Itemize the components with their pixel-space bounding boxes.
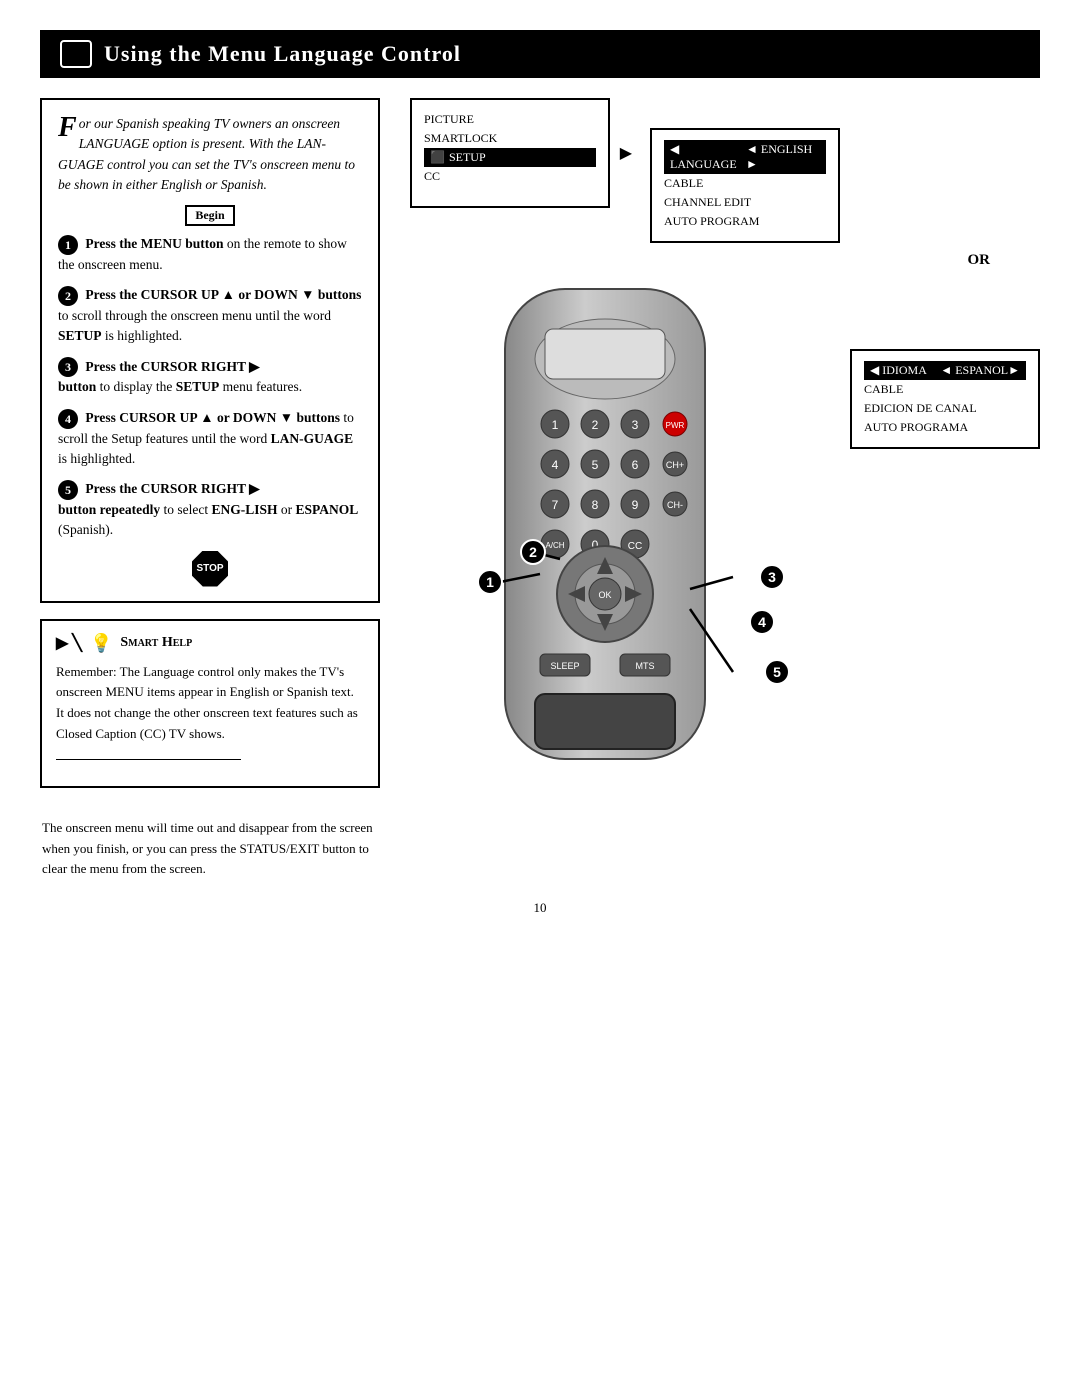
svg-text:A/CH: A/CH	[545, 541, 564, 550]
idioma-value: ◄ ESPANOL►	[940, 363, 1020, 378]
stop-circle: STOP	[58, 551, 362, 587]
left-column: F or our Spanish speaking TV owners an o…	[40, 98, 380, 880]
menu-auto-program: AUTO PROGRAM	[664, 212, 826, 231]
svg-text:4: 4	[552, 458, 559, 472]
svg-text:OK: OK	[598, 590, 611, 600]
page-header: Using the Menu Language Control	[40, 30, 1040, 78]
step-3-num: 3	[58, 357, 78, 377]
smart-help-box: ▶ ╲ 💡 Smart Help Remember: The Language …	[40, 619, 380, 788]
step-1: 1 Press the MENU button on the remote to…	[58, 234, 362, 275]
remote-badge-5: 5	[764, 659, 790, 685]
page-number: 10	[40, 900, 1040, 926]
or-label-wrapper: OR	[400, 251, 1040, 269]
screens-row: PICTURE SMARTLOCK ⬛ SETUP CC ▶ ◀ LANGUAG…	[400, 98, 1040, 243]
step-1-num: 1	[58, 235, 78, 255]
main-content: F or our Spanish speaking TV owners an o…	[40, 98, 1040, 880]
remote-badge-4: 4	[749, 609, 775, 635]
stop-label: STOP	[196, 563, 223, 574]
step-4-bold: Press CURSOR UP ▲ or DOWN ▼ buttons	[85, 410, 340, 425]
begin-label: Begin	[185, 205, 234, 226]
menu-item-smartlock: SMARTLOCK	[424, 129, 596, 148]
page-num-text: 10	[534, 900, 547, 915]
stop-sign: STOP	[192, 551, 228, 587]
tv-screen-wrapper: PICTURE SMARTLOCK ⬛ SETUP CC ▶	[400, 98, 610, 208]
menu-idioma-highlighted: ◀ IDIOMA ◄ ESPANOL►	[864, 361, 1026, 380]
bulb-icon: 💡	[90, 633, 112, 654]
menu-language-highlighted: ◀ LANGUAGE ◄ ENGLISH ►	[664, 140, 826, 174]
svg-text:MTS: MTS	[636, 661, 655, 671]
menu-item-setup: ⬛ SETUP	[424, 148, 596, 167]
step-3-bold: Press the CURSOR RIGHT ▶	[85, 359, 259, 374]
menu-item-cc: CC	[424, 167, 596, 186]
step-4: 4 Press CURSOR UP ▲ or DOWN ▼ buttons to…	[58, 408, 362, 469]
right-column: PICTURE SMARTLOCK ⬛ SETUP CC ▶ ◀ LANGUAG…	[400, 98, 1040, 880]
menu-cable-es: CABLE	[864, 380, 1026, 399]
smart-help-text: Remember: The Language control only make…	[56, 664, 358, 741]
remote-badge-1: 1	[477, 569, 503, 595]
idioma-label: ◀ IDIOMA	[870, 363, 927, 378]
step-5: 5 Press the CURSOR RIGHT ▶ button repeat…	[58, 479, 362, 540]
svg-text:6: 6	[632, 458, 639, 472]
step-5-num: 5	[58, 480, 78, 500]
begin-center: Begin	[58, 205, 362, 226]
remote-control: 1 2 3 PWR 4 5 6	[465, 279, 785, 779]
arrow-icon: ▶ ╲	[56, 633, 82, 653]
menu-edicion-canal: EDICION DE CANAL	[864, 399, 1026, 418]
smart-help-label: Smart Help	[120, 635, 192, 651]
step-2-bold: Press the CURSOR UP ▲ or DOWN ▼ buttons	[85, 287, 361, 302]
svg-text:2: 2	[592, 418, 599, 432]
or-label: OR	[968, 252, 991, 268]
step-4-num: 4	[58, 409, 78, 429]
smart-help-divider	[56, 759, 241, 760]
tv-screen-1: PICTURE SMARTLOCK ⬛ SETUP CC	[410, 98, 610, 208]
smart-help-title: ▶ ╲ 💡 Smart Help	[56, 633, 364, 654]
menu-item-picture: PICTURE	[424, 110, 596, 129]
menu-right-arrow: ▶	[620, 143, 632, 163]
svg-text:3: 3	[632, 418, 639, 432]
svg-text:CH+: CH+	[666, 460, 684, 470]
menu-cable: CABLE	[664, 174, 826, 193]
step-5-bold: Press the CURSOR RIGHT ▶	[85, 481, 259, 496]
intro-paragraph: F or our Spanish speaking TV owners an o…	[58, 114, 362, 195]
intro-text: or our Spanish speaking TV owners an ons…	[58, 116, 355, 192]
svg-text:5: 5	[592, 458, 599, 472]
menu-auto-programa: AUTO PROGRAMA	[864, 418, 1026, 437]
svg-text:9: 9	[632, 498, 639, 512]
page-title: Using the Menu Language Control	[104, 41, 461, 67]
tv-icon	[60, 40, 92, 68]
bottom-note: The onscreen menu will time out and disa…	[40, 818, 380, 880]
svg-text:7: 7	[552, 498, 559, 512]
instructions-box: F or our Spanish speaking TV owners an o…	[40, 98, 380, 603]
remote-badge-3: 3	[759, 564, 785, 590]
remote-section: 1 2 3 PWR 4 5 6	[400, 269, 1040, 779]
bottom-note-text: The onscreen menu will time out and disa…	[42, 820, 373, 877]
lang-value: ◄ ENGLISH ►	[746, 142, 820, 172]
smart-help-body: Remember: The Language control only make…	[56, 662, 364, 745]
step-1-bold: Press the MENU button	[85, 236, 223, 251]
step-2: 2 Press the CURSOR UP ▲ or DOWN ▼ button…	[58, 285, 362, 346]
lang-label: ◀ LANGUAGE	[670, 142, 742, 172]
spanish-panel-wrapper: ◀ IDIOMA ◄ ESPANOL► CABLE EDICION DE CAN…	[850, 269, 1040, 779]
step-3: 3 Press the CURSOR RIGHT ▶ button to dis…	[58, 357, 362, 398]
drop-cap: F	[58, 114, 77, 142]
step-2-num: 2	[58, 286, 78, 306]
setup-menu-english: ◀ LANGUAGE ◄ ENGLISH ► CABLE CHANNEL EDI…	[650, 128, 840, 243]
svg-text:CH-: CH-	[667, 500, 683, 510]
svg-text:PWR: PWR	[666, 421, 685, 430]
setup-menu-spanish: ◀ IDIOMA ◄ ESPANOL► CABLE EDICION DE CAN…	[850, 349, 1040, 449]
remote-wrapper: 1 2 3 PWR 4 5 6	[400, 269, 850, 779]
remote-badge-2: 2	[520, 539, 546, 565]
svg-text:8: 8	[592, 498, 599, 512]
setup-arrow: ⬛	[430, 150, 445, 165]
svg-text:SLEEP: SLEEP	[550, 661, 579, 671]
menu-channel-edit: CHANNEL EDIT	[664, 193, 826, 212]
svg-text:CC: CC	[628, 541, 642, 552]
svg-text:1: 1	[552, 418, 559, 432]
